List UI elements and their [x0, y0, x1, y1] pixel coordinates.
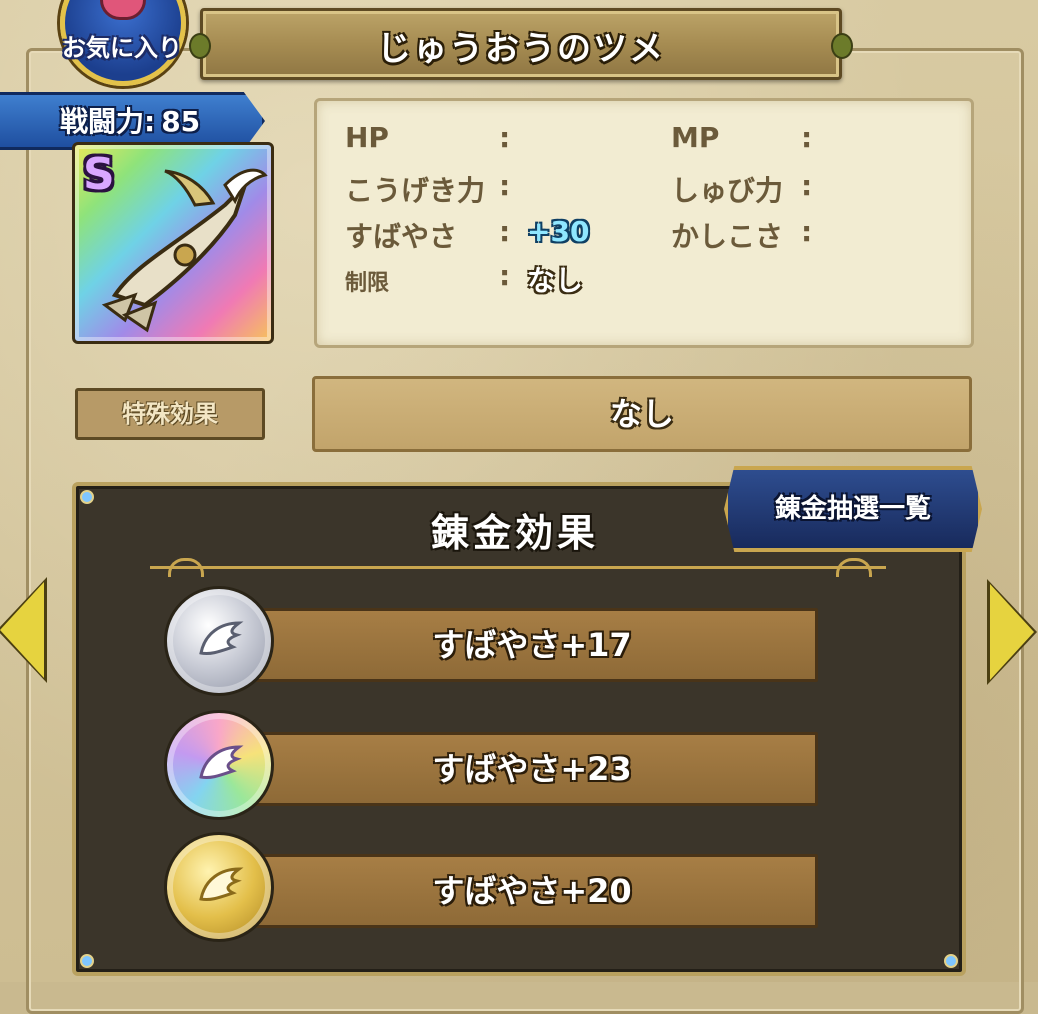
- stats-panel: HP : MP : こうげき力 : しゅび力 : すばやさ : +30 かしこさ…: [314, 98, 974, 348]
- alchemy-effect-row: すばやさ+17: [164, 584, 818, 696]
- speed-colon: :: [499, 215, 511, 248]
- corner-gem-icon: [944, 954, 958, 968]
- item-title-banner: じゅうおうのツメ: [189, 8, 853, 80]
- restriction-value: なし: [527, 264, 584, 297]
- effect-stat: すばやさ: [432, 750, 561, 788]
- restriction-colon: :: [499, 259, 511, 292]
- effect-value: +17: [560, 626, 632, 664]
- attack-colon: :: [499, 169, 511, 202]
- alchemy-divider: [150, 566, 886, 569]
- alchemy-lottery-list-button[interactable]: 錬金抽選一覧: [724, 466, 982, 552]
- wisdom-colon: :: [801, 215, 813, 248]
- alchemy-effect-row: すばやさ+23: [164, 708, 818, 820]
- effect-stat: すばやさ: [432, 626, 561, 664]
- effect-value: +23: [560, 750, 632, 788]
- rainbow-medal-icon: [164, 710, 274, 820]
- favorite-label: お気に入り: [62, 34, 182, 62]
- special-effect-value: なし: [312, 376, 972, 452]
- mp-label: MP: [671, 121, 720, 154]
- effect-value: +20: [560, 872, 632, 910]
- favorite-button[interactable]: お気に入り: [42, 0, 202, 86]
- speed-value: +30: [527, 215, 590, 248]
- silver-medal-icon: [164, 586, 274, 696]
- effect-stat: すばやさ: [432, 872, 561, 910]
- item-icon: S: [72, 142, 274, 344]
- alchemy-effect-text: すばやさ+17: [246, 608, 818, 682]
- mp-colon: :: [801, 121, 813, 154]
- claw-weapon-icon: [101, 168, 268, 333]
- alchemy-effect-text: すばやさ+20: [246, 854, 818, 928]
- prev-item-arrow-icon[interactable]: [0, 582, 44, 678]
- alchemy-effect-row: すばやさ+20: [164, 830, 818, 942]
- hp-colon: :: [499, 121, 511, 154]
- battle-power-value: 85: [161, 105, 201, 138]
- special-effect-label: 特殊効果: [75, 388, 265, 440]
- wing-icon: [199, 621, 244, 655]
- item-name: じゅうおうのツメ: [377, 29, 665, 69]
- gold-medal-icon: [164, 832, 274, 942]
- defense-label: しゅび力: [671, 174, 784, 207]
- wisdom-label: かしこさ: [671, 220, 784, 253]
- wing-icon: [199, 745, 244, 779]
- next-item-arrow-icon[interactable]: [990, 584, 1034, 680]
- corner-gem-icon: [80, 954, 94, 968]
- defense-colon: :: [801, 169, 813, 202]
- alchemy-effect-text: すばやさ+23: [246, 732, 818, 806]
- restriction-label: 制限: [345, 271, 390, 296]
- battle-power: 戦闘力: 85: [60, 100, 200, 140]
- wing-icon: [199, 867, 244, 901]
- speed-label: すばやさ: [345, 220, 458, 253]
- hp-label: HP: [345, 121, 389, 154]
- attack-label: こうげき力: [345, 174, 486, 207]
- battle-power-label: 戦闘力:: [60, 105, 156, 138]
